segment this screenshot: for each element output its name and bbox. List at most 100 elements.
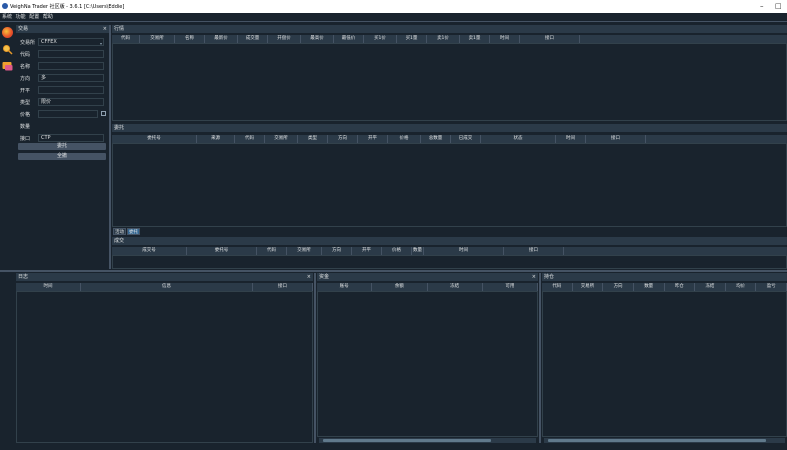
position-column-header[interactable]: 盈亏 [756,283,787,291]
bottom-splitter-1[interactable] [314,273,316,443]
name-input[interactable] [38,62,104,70]
chat-icon[interactable] [2,61,13,72]
search-icon[interactable] [2,44,13,55]
account-panel-title: 资金 [319,274,330,280]
account-scroll-thumb[interactable] [323,439,491,442]
trade-column-header[interactable]: 价格 [382,247,412,255]
trade-panel: 成交 成交号 委托号 代码 交易所 方向 开平 价格 数量 时间 接口 [112,237,787,269]
symbol-input[interactable] [38,50,104,58]
trading-panel-close-button[interactable]: × [103,25,107,33]
left-toolbar [0,23,15,444]
type-row: 类型 限价 [18,97,110,107]
order-column-header[interactable]: 类型 [298,135,328,143]
tick-column-header[interactable]: 开盘价 [268,35,301,43]
trade-column-header[interactable]: 数量 [412,247,424,255]
log-table-body [16,291,313,443]
tick-column-header[interactable]: 最高价 [301,35,334,43]
price-row: 价格 [18,109,110,119]
position-column-header[interactable]: 冻结 [695,283,726,291]
menu-function[interactable]: 功能 [16,13,26,22]
tick-column-header[interactable]: 最低价 [334,35,364,43]
tick-column-header[interactable]: 代码 [112,35,140,43]
account-column-header[interactable]: 余额 [372,283,428,291]
menu-system[interactable]: 系统 [2,13,12,22]
bottom-splitter-2[interactable] [539,273,541,443]
tick-column-header[interactable]: 名称 [175,35,205,43]
tick-column-header[interactable]: 最新价 [205,35,238,43]
log-panel: 日志 × 时间 信息 接口 [16,273,313,443]
position-column-header[interactable]: 数量 [634,283,665,291]
order-column-header[interactable]: 接口 [586,135,646,143]
menu-help[interactable]: 帮助 [43,13,53,22]
account-column-header[interactable]: 账号 [317,283,373,291]
log-panel-close-button[interactable]: × [307,273,311,281]
position-column-header[interactable]: 代码 [542,283,573,291]
trade-column-header[interactable]: 交易所 [287,247,322,255]
log-column-header[interactable]: 接口 [253,283,313,291]
price-input[interactable] [38,110,98,118]
position-column-header[interactable]: 均价 [726,283,757,291]
account-column-header[interactable]: 可用 [483,283,538,291]
log-column-header[interactable]: 信息 [81,283,253,291]
order-column-header[interactable]: 来源 [197,135,235,143]
send-order-button[interactable]: 委托 [18,143,106,150]
account-horizontal-scrollbar[interactable] [319,438,536,443]
trade-column-header[interactable]: 方向 [322,247,352,255]
trade-column-header[interactable]: 时间 [424,247,504,255]
tick-panel: 行情 代码 交易所 名称 最新价 成交量 开盘价 最高价 最低价 买1价 买1量 卖1价 卖1量 时间接… [112,25,787,121]
exchange-value: CFFEX [41,39,57,45]
tick-column-header[interactable]: 卖1价 [427,35,460,43]
minimize-button[interactable]: – [760,2,764,10]
offset-select[interactable] [38,86,104,94]
gateway-select[interactable]: CTP [38,134,104,142]
position-column-header[interactable]: 昨仓 [665,283,696,291]
direction-select[interactable]: 多 [38,74,104,82]
position-column-header[interactable]: 交易所 [573,283,604,291]
position-horizontal-scrollbar[interactable] [544,438,785,443]
maximize-button[interactable]: □ [775,2,782,10]
trade-column-header[interactable]: 代码 [257,247,287,255]
trade-panel-title: 成交 [114,238,125,244]
order-column-header[interactable]: 总数量 [421,135,451,143]
price-checkbox[interactable] [101,111,106,116]
trade-column-header[interactable]: 成交号 [112,247,187,255]
log-column-header[interactable]: 时间 [16,283,81,291]
exchange-select[interactable]: CFFEX ▾ [38,38,104,46]
order-column-header[interactable]: 时间 [556,135,586,143]
trade-column-header[interactable]: 委托号 [187,247,257,255]
order-column-header[interactable]: 价格 [388,135,421,143]
tick-column-header[interactable]: 买1价 [364,35,397,43]
order-column-header[interactable]: 开平 [358,135,388,143]
order-column-header[interactable]: 代码 [235,135,265,143]
tab-active-orders[interactable]: 活动 [113,228,126,235]
order-column-header[interactable]: 状态 [481,135,556,143]
account-column-header[interactable]: 冻结 [428,283,483,291]
left-splitter[interactable] [109,25,111,269]
cube-icon[interactable] [2,27,13,38]
menu-config[interactable]: 配置 [29,13,39,22]
order-column-header[interactable]: 已成交 [451,135,481,143]
tick-column-header[interactable]: 交易所 [140,35,175,43]
cancel-all-button[interactable]: 全撤 [18,153,106,160]
position-scroll-thumb[interactable] [548,439,766,442]
position-column-header[interactable]: 方向 [603,283,634,291]
log-table-header: 时间 信息 接口 [16,283,313,291]
tick-column-header[interactable]: 买1量 [397,35,427,43]
order-column-header[interactable]: 方向 [328,135,358,143]
tick-column-header[interactable]: 时间 [490,35,520,43]
horizontal-splitter[interactable] [0,270,787,272]
account-panel-close-button[interactable]: × [532,273,536,281]
tick-column-header[interactable]: 卖1量 [460,35,490,43]
order-column-header[interactable]: 委托号 [112,135,197,143]
type-select[interactable]: 限价 [38,98,104,106]
order-column-header[interactable]: 交易所 [265,135,298,143]
symbol-row: 代码 [18,49,110,59]
direction-row: 方向 多 [18,73,110,83]
trading-panel-header: 交易 × [16,25,109,33]
tab-all-orders[interactable]: 委托 [127,228,140,235]
tick-column-header[interactable]: 成交量 [238,35,268,43]
tick-column-header[interactable]: 接口 [520,35,580,43]
gateway-row: 接口 CTP [18,133,110,143]
trade-column-header[interactable]: 开平 [352,247,382,255]
trade-column-header[interactable]: 接口 [504,247,564,255]
